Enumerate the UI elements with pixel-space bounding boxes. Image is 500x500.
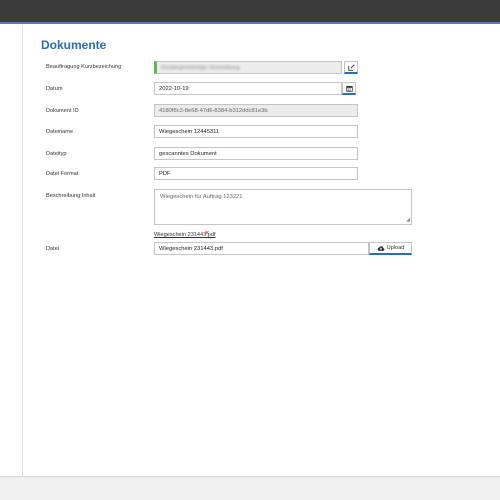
- datum-label: Datum: [46, 86, 63, 92]
- beschreibung-value: Wiegeschein für Auftrag 123221: [160, 194, 243, 200]
- datei-label: Datei: [46, 246, 60, 252]
- beschreibung-textarea[interactable]: Wiegeschein für Auftrag 123221 ◢: [154, 189, 412, 225]
- datepicker-button[interactable]: [342, 82, 356, 95]
- beauftragung-field[interactable]: Gerätegenehmigt / Anmeldung: [154, 61, 342, 74]
- upload-button-label: Upload: [386, 245, 405, 251]
- dateityp-input[interactable]: gescanntes Dokument: [154, 147, 358, 160]
- footer-bar: [0, 476, 500, 500]
- upload-button[interactable]: Upload: [369, 242, 412, 255]
- beauftragung-value: Gerätegenehmigt / Anmeldung: [161, 64, 240, 71]
- sidebar-divider: [22, 26, 23, 476]
- page-title: Dokumente: [41, 38, 107, 52]
- calendar-icon: [345, 85, 353, 92]
- cloud-upload-icon: [377, 245, 385, 251]
- resize-grip-icon[interactable]: ◢: [406, 217, 410, 223]
- datum-input[interactable]: 2022-10-19: [154, 82, 342, 95]
- beschreibung-label: Beschreibung Inhalt: [46, 193, 96, 199]
- dateityp-label: Dateityp: [46, 151, 67, 157]
- dokument-id-label: Dokument ID: [46, 108, 79, 114]
- dateiformat-input[interactable]: PDF: [154, 167, 358, 180]
- beauftragung-label: Beauftragung Kurzbezeichung: [46, 64, 122, 70]
- edit-icon: [347, 63, 355, 71]
- top-bar: [0, 0, 500, 24]
- dokument-id-field: 4180f8c3-8e68-47d6-8384-b312ddc81e3b: [154, 104, 358, 117]
- dateiname-input[interactable]: Wiegeschein 12445311: [154, 125, 358, 138]
- datei-input[interactable]: Wiegeschein 231443.pdf: [154, 242, 369, 255]
- close-icon[interactable]: ×: [205, 230, 209, 237]
- dateiname-label: Dateiname: [46, 129, 74, 135]
- edit-beauftragung-button[interactable]: [344, 61, 358, 74]
- dateiformat-label: Datei Format: [46, 171, 79, 177]
